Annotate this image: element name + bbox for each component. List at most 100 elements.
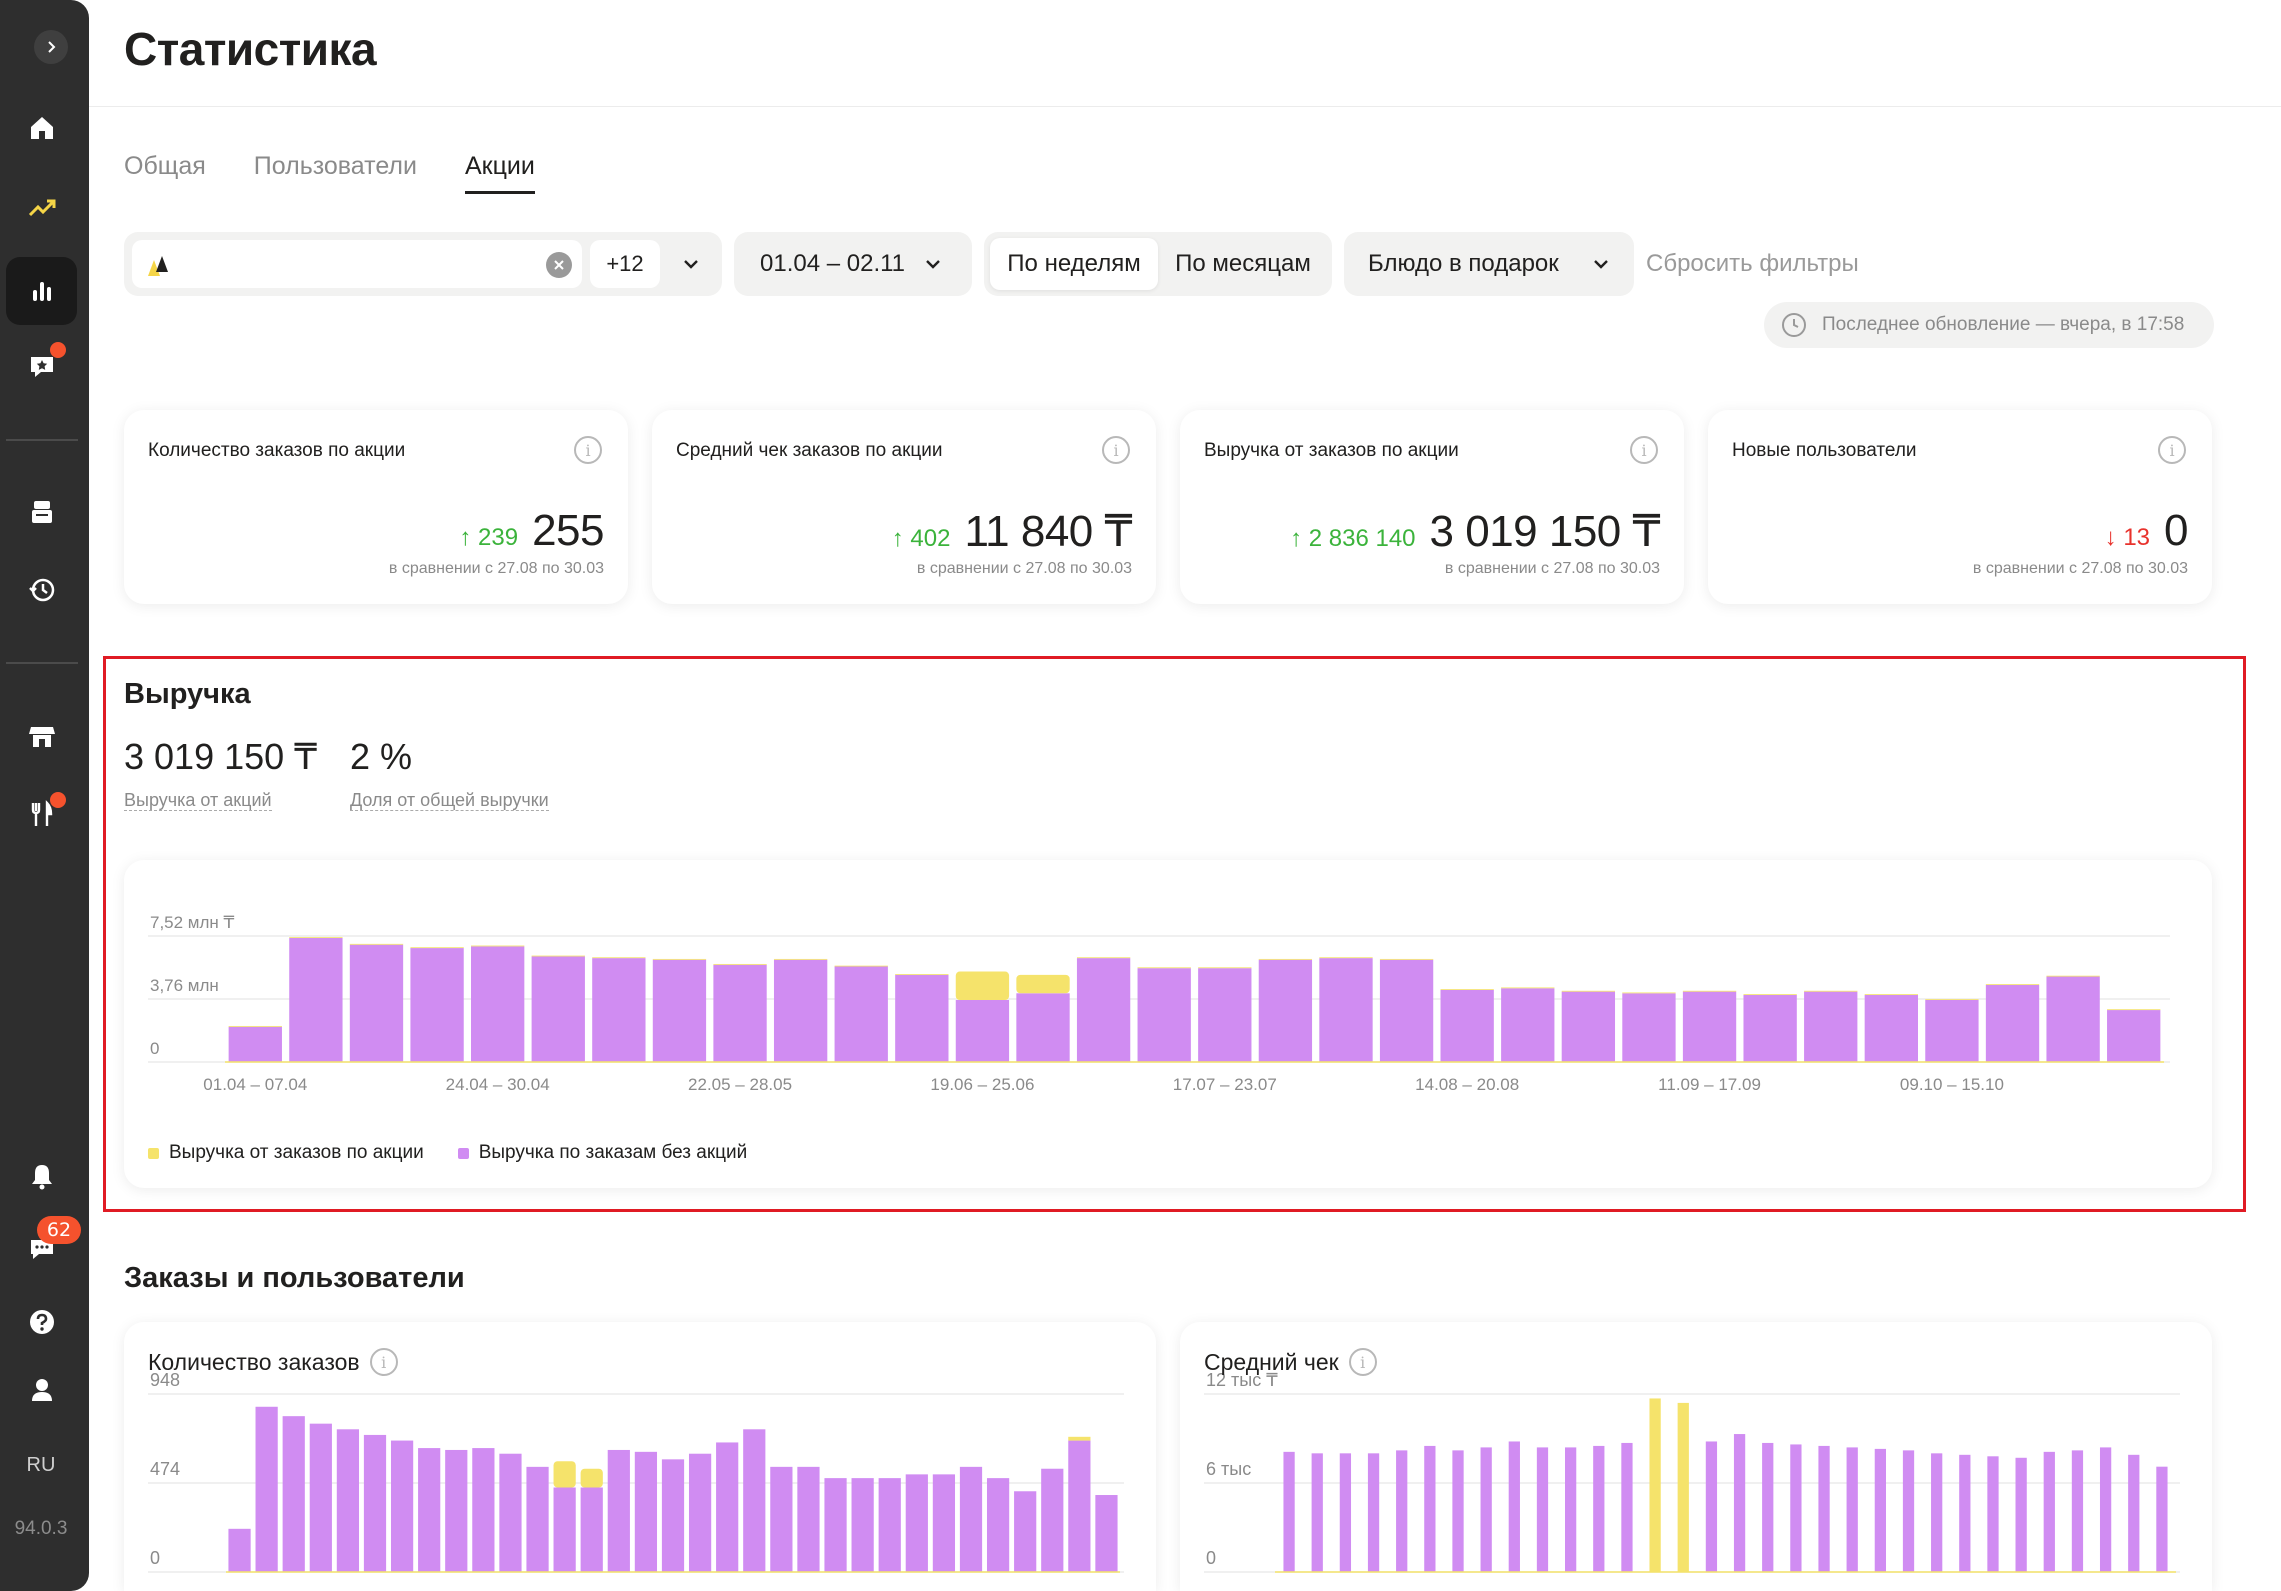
bar-no-promo[interactable] (531, 956, 585, 1062)
bar-no-promo[interactable] (1790, 1444, 1802, 1572)
bar-promo[interactable] (553, 1461, 576, 1488)
bar-promo[interactable] (1440, 989, 1494, 990)
sidebar-item-home[interactable] (6, 94, 77, 162)
sidebar-item-reviews[interactable] (6, 332, 77, 400)
bar-no-promo[interactable] (716, 1442, 739, 1572)
bar-no-promo[interactable] (282, 1416, 305, 1572)
bar-no-promo[interactable] (824, 1478, 847, 1572)
bar-no-promo[interactable] (2099, 1447, 2112, 1572)
bar-promo[interactable] (1561, 990, 1616, 992)
sidebar-item-menu[interactable] (6, 780, 77, 848)
bar-promo[interactable] (1804, 990, 1858, 992)
bar-no-promo[interactable] (1804, 991, 1858, 1062)
bar-no-promo[interactable] (1319, 958, 1373, 1062)
bar-no-promo[interactable] (834, 966, 888, 1062)
bar-promo[interactable] (1622, 992, 1676, 994)
bar-no-promo[interactable] (255, 1406, 278, 1572)
sidebar-item-history[interactable] (6, 556, 77, 624)
bar-no-promo[interactable] (1095, 1495, 1118, 1572)
period-weeks-button[interactable]: По неделям (990, 238, 1158, 290)
info-icon[interactable]: i (2158, 436, 2186, 464)
info-icon[interactable]: i (1348, 1348, 1377, 1376)
bar-no-promo[interactable] (1818, 1445, 1830, 1572)
bar-no-promo[interactable] (471, 946, 525, 1062)
bar-no-promo[interactable] (1068, 1440, 1091, 1572)
period-months-button[interactable]: По месяцам (1160, 238, 1326, 290)
bar-no-promo[interactable] (770, 1466, 793, 1572)
bar-no-promo[interactable] (1682, 991, 1737, 1062)
revenue-total-label[interactable]: Выручка от акций (124, 790, 272, 811)
bar-no-promo[interactable] (955, 1000, 1010, 1062)
sidebar-item-orders[interactable] (6, 478, 77, 546)
bar-no-promo[interactable] (688, 1453, 712, 1572)
bar-no-promo[interactable] (1480, 1447, 1492, 1572)
sidebar-toggle-button[interactable] (34, 30, 68, 64)
tab-promotions[interactable]: Акции (464, 152, 535, 194)
bar-no-promo[interactable] (472, 1448, 495, 1572)
bar-promo[interactable] (1016, 974, 1070, 994)
info-icon[interactable]: i (1102, 436, 1130, 464)
bar-promo[interactable] (652, 958, 707, 960)
bar-no-promo[interactable] (1424, 1445, 1436, 1572)
bar-no-promo[interactable] (1501, 988, 1555, 1062)
bar-no-promo[interactable] (228, 1528, 251, 1572)
sidebar-item-store[interactable] (6, 702, 77, 770)
promo-type-select[interactable]: Блюдо в подарок (1344, 232, 1634, 296)
bar-no-promo[interactable] (1959, 1454, 1971, 1572)
bar-promo[interactable] (349, 943, 404, 945)
bar-promo[interactable] (1258, 958, 1313, 960)
bar-promo[interactable] (580, 1468, 603, 1488)
bar-no-promo[interactable] (959, 1466, 983, 1572)
bar-no-promo[interactable] (410, 948, 464, 1062)
sidebar-item-help[interactable] (6, 1288, 77, 1356)
bar-no-promo[interactable] (1846, 1447, 1858, 1572)
bar-no-promo[interactable] (289, 938, 343, 1062)
bar-promo[interactable] (834, 965, 888, 967)
bar-no-promo[interactable] (851, 1478, 874, 1572)
bar-no-promo[interactable] (580, 1487, 603, 1572)
info-icon[interactable]: i (369, 1348, 398, 1376)
bar-promo[interactable] (1379, 958, 1434, 960)
bar-no-promo[interactable] (349, 944, 404, 1062)
bar-no-promo[interactable] (1508, 1441, 1520, 1572)
bar-no-promo[interactable] (309, 1423, 332, 1572)
sidebar-item-statistics[interactable] (6, 257, 77, 325)
bar-no-promo[interactable] (592, 958, 646, 1062)
bar-no-promo[interactable] (2071, 1450, 2084, 1572)
bar-no-promo[interactable] (1367, 1453, 1380, 1572)
bar-no-promo[interactable] (797, 1466, 820, 1572)
bar-no-promo[interactable] (1452, 1450, 1464, 1572)
info-icon[interactable]: i (1630, 436, 1658, 464)
bar-no-promo[interactable] (1396, 1450, 1408, 1572)
bar-promo[interactable] (1319, 957, 1373, 959)
bar-no-promo[interactable] (2128, 1454, 2140, 1572)
bar-no-promo[interactable] (1987, 1456, 1999, 1572)
bar-no-promo[interactable] (895, 974, 949, 1062)
bar-promo[interactable] (713, 963, 767, 965)
bar-no-promo[interactable] (1622, 993, 1676, 1062)
bar-no-promo[interactable] (228, 1026, 282, 1062)
bar-no-promo[interactable] (1762, 1442, 1774, 1572)
bar-no-promo[interactable] (634, 1451, 658, 1572)
bar-promo[interactable] (410, 947, 464, 949)
bar-no-promo[interactable] (1593, 1445, 1605, 1572)
bar-no-promo[interactable] (1258, 959, 1313, 1062)
bar-no-promo[interactable] (773, 959, 828, 1062)
bar-promo[interactable] (1682, 990, 1737, 992)
bar-promo[interactable] (1076, 957, 1131, 959)
bar-no-promo[interactable] (1565, 1447, 1577, 1572)
chevron-down-icon[interactable] (680, 253, 702, 275)
bar-no-promo[interactable] (1283, 1451, 1295, 1572)
bar-promo[interactable] (289, 937, 343, 939)
bar-promo[interactable] (1743, 994, 1797, 995)
bar-no-promo[interactable] (1041, 1468, 1064, 1572)
bar-no-promo[interactable] (1874, 1448, 1886, 1572)
bar-promo[interactable] (1649, 1398, 1661, 1572)
bar-no-promo[interactable] (1931, 1453, 1943, 1572)
bar-no-promo[interactable] (445, 1449, 468, 1572)
bar-promo[interactable] (1677, 1402, 1689, 1572)
bar-promo[interactable] (1864, 994, 1918, 995)
bar-promo[interactable] (1501, 987, 1555, 989)
bar-promo[interactable] (2046, 975, 2100, 977)
more-restaurants-chip[interactable]: +12 (590, 240, 660, 288)
